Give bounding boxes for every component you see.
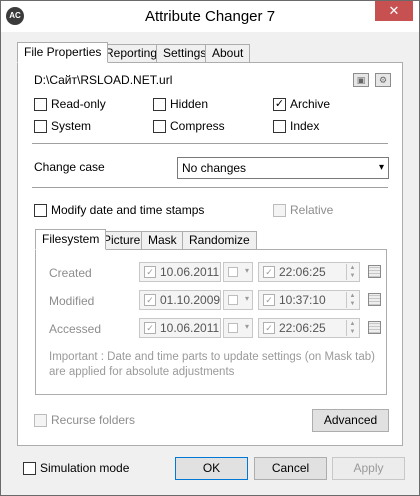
created-date-field[interactable]: ✓ 10.06.2011 xyxy=(139,262,221,282)
time-value: 10:37:10 xyxy=(279,293,326,307)
advanced-button[interactable]: Advanced xyxy=(312,409,389,432)
compress-label: Compress xyxy=(170,119,225,133)
gear-icon[interactable]: ⚙ xyxy=(375,73,391,87)
created-time-field[interactable]: ✓ 22:06:25 ▲ ▼ xyxy=(258,262,360,282)
modified-date-dropdown[interactable]: ▾ xyxy=(223,290,253,310)
close-icon: ✕ xyxy=(388,3,400,18)
checkmark-icon: ✓ xyxy=(263,266,275,278)
close-button[interactable]: ✕ xyxy=(375,1,413,21)
calendar-icon[interactable] xyxy=(368,265,381,278)
tab-label: Settings xyxy=(163,46,207,60)
checkmark-icon: ✓ xyxy=(263,294,275,306)
archive-checkbox[interactable]: ✓ xyxy=(273,98,286,111)
tab-label: Randomize xyxy=(189,233,250,247)
tab-label: Picture xyxy=(103,233,141,247)
tab-file-properties[interactable]: File Properties xyxy=(17,42,109,63)
accessed-date-dropdown[interactable]: ▾ xyxy=(223,318,253,338)
window-title: Attribute Changer 7 xyxy=(144,8,276,25)
read-only-label: Read-only xyxy=(51,97,106,111)
date-value: 01.10.2009 xyxy=(160,293,221,307)
spinner-icon[interactable]: ▲ ▼ xyxy=(346,292,358,308)
system-label: System xyxy=(51,119,92,133)
cancel-button[interactable]: Cancel xyxy=(254,457,327,480)
hidden-checkbox[interactable] xyxy=(153,98,166,111)
time-value: 22:06:25 xyxy=(279,265,326,279)
tab-mask[interactable]: Mask xyxy=(141,231,184,250)
modify-dates-checkbox[interactable] xyxy=(34,204,47,217)
accessed-date-field[interactable]: ✓ 10.06.2011 xyxy=(139,318,221,338)
hidden-label: Hidden xyxy=(170,97,209,111)
spin-up-icon: ▲ xyxy=(349,265,356,271)
chevron-down-icon: ▾ xyxy=(244,266,249,275)
simulation-mode-label: Simulation mode xyxy=(40,461,130,475)
time-value: 22:06:25 xyxy=(279,321,326,335)
chevron-down-icon: ▾ xyxy=(378,162,384,173)
accessed-time-field[interactable]: ✓ 22:06:25 ▲ ▼ xyxy=(258,318,360,338)
timestamp-label: Accessed xyxy=(49,322,102,336)
tab-label: File Properties xyxy=(24,45,102,59)
compress-checkbox[interactable] xyxy=(153,120,166,133)
index-label: Index xyxy=(290,119,320,133)
chevron-down-icon: ▾ xyxy=(244,294,249,303)
mini-checkbox xyxy=(228,323,238,333)
modify-dates-label: Modify date and time stamps xyxy=(51,203,205,217)
change-case-select[interactable]: No changes ▾ xyxy=(177,157,389,179)
index-checkbox[interactable] xyxy=(273,120,286,133)
modified-date-field[interactable]: ✓ 01.10.2009 xyxy=(139,290,221,310)
apply-button[interactable]: Apply xyxy=(332,457,405,480)
spin-up-icon: ▲ xyxy=(349,293,356,299)
checkmark-icon: ✓ xyxy=(263,322,275,334)
tab-filesystem[interactable]: Filesystem xyxy=(35,229,107,250)
tab-label: About xyxy=(212,46,244,60)
important-note: Important : Date and time parts to updat… xyxy=(49,351,375,378)
calendar-icon[interactable] xyxy=(368,293,381,306)
separator xyxy=(32,143,388,144)
simulation-mode-checkbox[interactable] xyxy=(23,462,36,475)
chevron-down-icon: ▾ xyxy=(244,322,249,331)
checkmark-icon: ✓ xyxy=(274,98,285,110)
system-checkbox[interactable] xyxy=(34,120,47,133)
mini-checkbox xyxy=(228,295,238,305)
spin-down-icon: ▼ xyxy=(349,273,356,279)
change-case-label: Change case xyxy=(34,160,105,174)
relative-checkbox[interactable] xyxy=(273,204,286,217)
spinner-icon[interactable]: ▲ ▼ xyxy=(346,320,358,336)
checkmark-icon: ✓ xyxy=(144,294,156,306)
ok-button[interactable]: OK xyxy=(175,457,248,480)
tab-label: Filesystem xyxy=(42,232,100,246)
checkmark-icon: ✓ xyxy=(144,266,156,278)
modified-time-field[interactable]: ✓ 10:37:10 ▲ ▼ xyxy=(258,290,360,310)
date-value: 10.06.2011 xyxy=(160,321,220,335)
spin-down-icon: ▼ xyxy=(349,301,356,307)
tab-label: Reporting xyxy=(105,46,158,60)
recurse-folders-label: Recurse folders xyxy=(51,413,136,427)
mini-checkbox xyxy=(228,267,238,277)
file-path: D:\Сайт\RSLOAD.NET.url xyxy=(34,73,173,87)
title-bar[interactable]: AC Attribute Changer 7 ✕ xyxy=(1,1,419,32)
tab-about[interactable]: About xyxy=(205,44,251,63)
separator xyxy=(32,187,388,188)
archive-label: Archive xyxy=(290,97,331,111)
tab-label: Mask xyxy=(148,233,177,247)
calendar-icon[interactable] xyxy=(368,321,381,334)
spin-up-icon: ▲ xyxy=(349,321,356,327)
spinner-icon[interactable]: ▲ ▼ xyxy=(346,264,358,280)
date-value: 10.06.2011 xyxy=(160,265,220,279)
recurse-folders-checkbox[interactable] xyxy=(34,414,47,427)
read-only-checkbox[interactable] xyxy=(34,98,47,111)
relative-label: Relative xyxy=(290,203,334,217)
tab-randomize[interactable]: Randomize xyxy=(182,231,257,250)
checkmark-icon: ✓ xyxy=(144,322,156,334)
change-case-value: No changes xyxy=(182,161,247,175)
timestamp-label: Created xyxy=(49,266,92,280)
timestamp-label: Modified xyxy=(49,294,95,308)
attribute-changer-window: AC Attribute Changer 7 ✕ File Properties… xyxy=(0,0,420,496)
spin-down-icon: ▼ xyxy=(349,329,356,335)
created-date-dropdown[interactable]: ▾ xyxy=(223,262,253,282)
disk-icon[interactable]: ▣ xyxy=(353,73,369,87)
